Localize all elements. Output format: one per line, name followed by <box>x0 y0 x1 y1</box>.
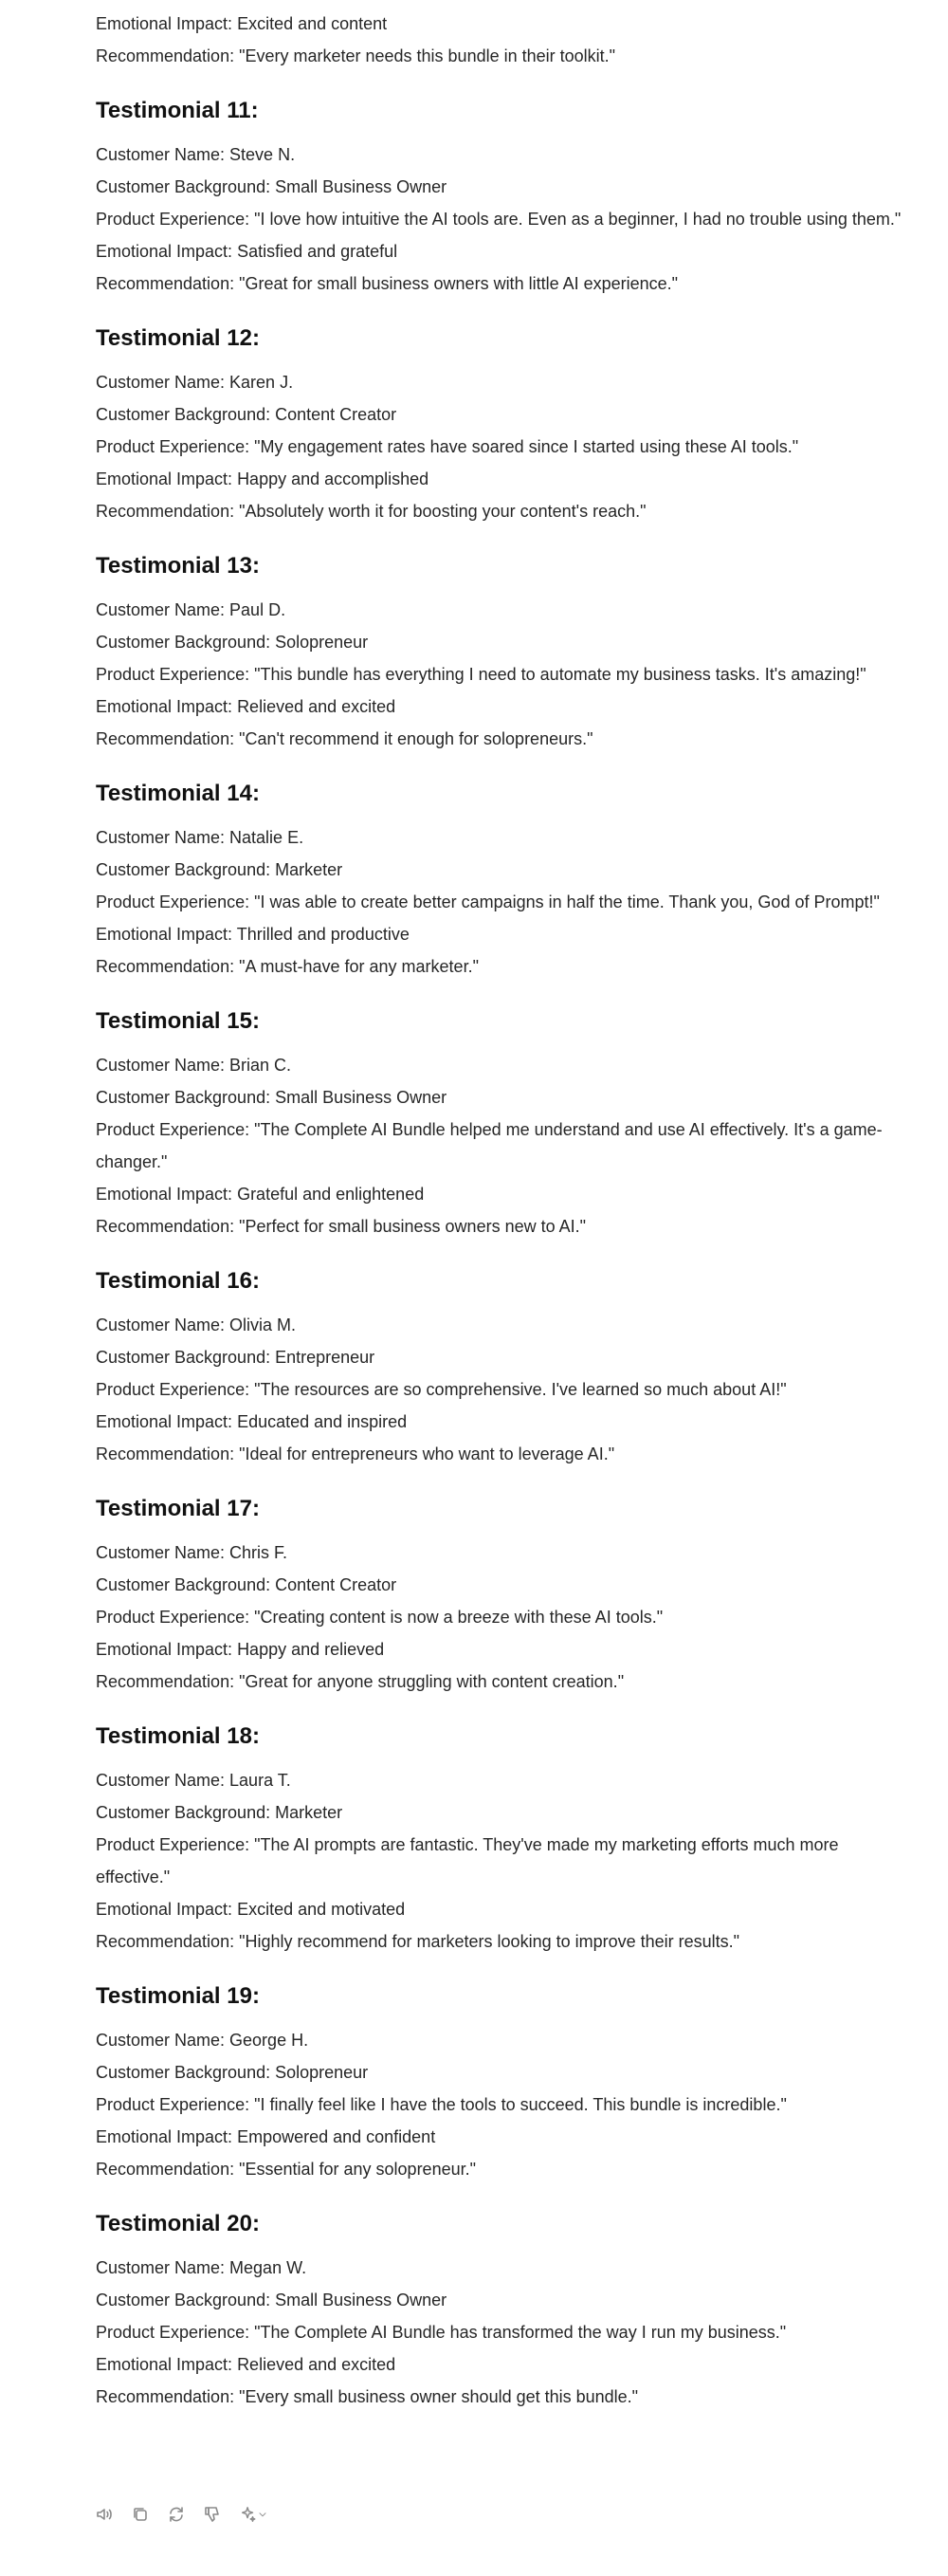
regenerate-icon[interactable] <box>166 2504 187 2525</box>
recommendation-line: Recommendation: "Every marketer needs th… <box>96 46 616 65</box>
assistant-message: Emotional Impact: Excited and content Re… <box>96 0 911 2413</box>
product-experience-line: Product Experience: "The AI prompts are … <box>96 1835 839 1886</box>
read-aloud-icon[interactable] <box>94 2504 115 2525</box>
previous-testimonial-tail: Emotional Impact: Excited and content Re… <box>96 0 911 72</box>
emotional-impact-line: Emotional Impact: Grateful and enlighten… <box>96 1185 425 1204</box>
customer-background-line: Customer Background: Marketer <box>96 860 343 879</box>
product-experience-line: Product Experience: "Creating content is… <box>96 1608 664 1627</box>
recommendation-line: Recommendation: "Great for small busines… <box>96 274 679 293</box>
recommendation-line: Recommendation: "Can't recommend it enou… <box>96 729 593 748</box>
testimonial-block: Testimonial 12: Customer Name: Karen J. Cu… <box>96 322 911 527</box>
emotional-impact-line: Emotional Impact: Relieved and excited <box>96 697 396 716</box>
testimonial-block: Testimonial 13: Customer Name: Paul D. Cus… <box>96 550 911 755</box>
product-experience-line: Product Experience: "The resources are s… <box>96 1380 787 1399</box>
chat-response-page: Emotional Impact: Excited and content Re… <box>0 0 948 2576</box>
emotional-impact-line: Emotional Impact: Relieved and excited <box>96 2355 396 2374</box>
testimonial-heading: Testimonial 14: <box>96 781 260 806</box>
chevron-down-icon <box>259 2512 266 2517</box>
testimonial-heading: Testimonial 12: <box>96 325 260 351</box>
emotional-impact-line: Emotional Impact: Excited and motivated <box>96 1900 406 1919</box>
customer-background-line: Customer Background: Marketer <box>96 1803 343 1822</box>
sparkle-model-icon[interactable] <box>238 2504 270 2525</box>
recommendation-line: Recommendation: "A must-have for any mar… <box>96 957 479 976</box>
testimonial-block: Testimonial 17: Customer Name: Chris F. Cu… <box>96 1493 911 1698</box>
emotional-impact-line: Emotional Impact: Happy and accomplished <box>96 469 429 488</box>
testimonial-block: Testimonial 20: Customer Name: Megan W. Cu… <box>96 2208 911 2413</box>
customer-name-line: Customer Name: George H. <box>96 2031 309 2050</box>
thumbs-down-icon[interactable] <box>202 2504 223 2525</box>
testimonial-block: Testimonial 16: Customer Name: Olivia M. C… <box>96 1265 911 1470</box>
product-experience-line: Product Experience: "The Complete AI Bun… <box>96 2323 787 2342</box>
customer-name-line: Customer Name: Natalie E. <box>96 828 304 847</box>
testimonial-heading: Testimonial 20: <box>96 2211 260 2236</box>
product-experience-line: Product Experience: "I was able to creat… <box>96 892 880 911</box>
recommendation-line: Recommendation: "Ideal for entrepreneurs… <box>96 1444 615 1463</box>
customer-name-line: Customer Name: Paul D. <box>96 600 286 619</box>
product-experience-line: Product Experience: "The Complete AI Bun… <box>96 1120 883 1171</box>
customer-name-line: Customer Name: Megan W. <box>96 2258 307 2277</box>
customer-background-line: Customer Background: Small Business Owne… <box>96 2291 447 2309</box>
recommendation-line: Recommendation: "Highly recommend for ma… <box>96 1932 740 1951</box>
recommendation-line: Recommendation: "Absolutely worth it for… <box>96 502 647 521</box>
customer-background-line: Customer Background: Small Business Owne… <box>96 1088 447 1107</box>
customer-name-line: Customer Name: Chris F. <box>96 1543 288 1562</box>
testimonial-block: Testimonial 15: Customer Name: Brian C. Cu… <box>96 1005 911 1242</box>
recommendation-line: Recommendation: "Essential for any solop… <box>96 2160 476 2179</box>
customer-name-line: Customer Name: Karen J. <box>96 373 294 392</box>
testimonial-block: Testimonial 11: Customer Name: Steve N. Cu… <box>96 95 911 300</box>
customer-background-line: Customer Background: Entrepreneur <box>96 1348 375 1367</box>
product-experience-line: Product Experience: "This bundle has eve… <box>96 665 866 684</box>
emotional-impact-line: Emotional Impact: Empowered and confiden… <box>96 2127 436 2146</box>
customer-background-line: Customer Background: Small Business Owne… <box>96 177 447 196</box>
message-action-bar <box>94 2504 270 2525</box>
testimonial-heading: Testimonial 19: <box>96 1983 260 2009</box>
testimonial-block: Testimonial 18: Customer Name: Laura T. Cu… <box>96 1720 911 1958</box>
recommendation-line: Recommendation: "Every small business ow… <box>96 2387 639 2406</box>
customer-background-line: Customer Background: Content Creator <box>96 1575 397 1594</box>
emotional-impact-line: Emotional Impact: Educated and inspired <box>96 1412 408 1431</box>
customer-background-line: Customer Background: Solopreneur <box>96 633 369 652</box>
customer-background-line: Customer Background: Solopreneur <box>96 2063 369 2082</box>
customer-name-line: Customer Name: Brian C. <box>96 1056 292 1075</box>
emotional-impact-line: Emotional Impact: Happy and relieved <box>96 1640 385 1659</box>
product-experience-line: Product Experience: "I finally feel like… <box>96 2095 787 2114</box>
customer-background-line: Customer Background: Content Creator <box>96 405 397 424</box>
recommendation-line: Recommendation: "Perfect for small busin… <box>96 1217 587 1236</box>
product-experience-line: Product Experience: "I love how intuitiv… <box>96 210 902 229</box>
emotional-impact-line: Emotional Impact: Excited and content <box>96 14 388 33</box>
emotional-impact-line: Emotional Impact: Thrilled and productiv… <box>96 925 410 944</box>
product-experience-line: Product Experience: "My engagement rates… <box>96 437 799 456</box>
testimonial-heading: Testimonial 13: <box>96 553 260 579</box>
emotional-impact-line: Emotional Impact: Satisfied and grateful <box>96 242 398 261</box>
testimonial-block: Testimonial 19: Customer Name: George H. C… <box>96 1980 911 2185</box>
copy-icon[interactable] <box>130 2504 151 2525</box>
testimonial-heading: Testimonial 17: <box>96 1496 260 1521</box>
customer-name-line: Customer Name: Laura T. <box>96 1771 291 1790</box>
testimonial-block: Testimonial 14: Customer Name: Natalie E.… <box>96 778 911 983</box>
recommendation-line: Recommendation: "Great for anyone strugg… <box>96 1672 625 1691</box>
testimonial-heading: Testimonial 15: <box>96 1008 260 1034</box>
testimonial-heading: Testimonial 18: <box>96 1723 260 1749</box>
testimonial-list: Testimonial 11: Customer Name: Steve N. Cu… <box>96 95 911 2413</box>
customer-name-line: Customer Name: Olivia M. <box>96 1316 297 1334</box>
customer-name-line: Customer Name: Steve N. <box>96 145 296 164</box>
testimonial-heading: Testimonial 11: <box>96 98 259 123</box>
testimonial-heading: Testimonial 16: <box>96 1268 260 1294</box>
